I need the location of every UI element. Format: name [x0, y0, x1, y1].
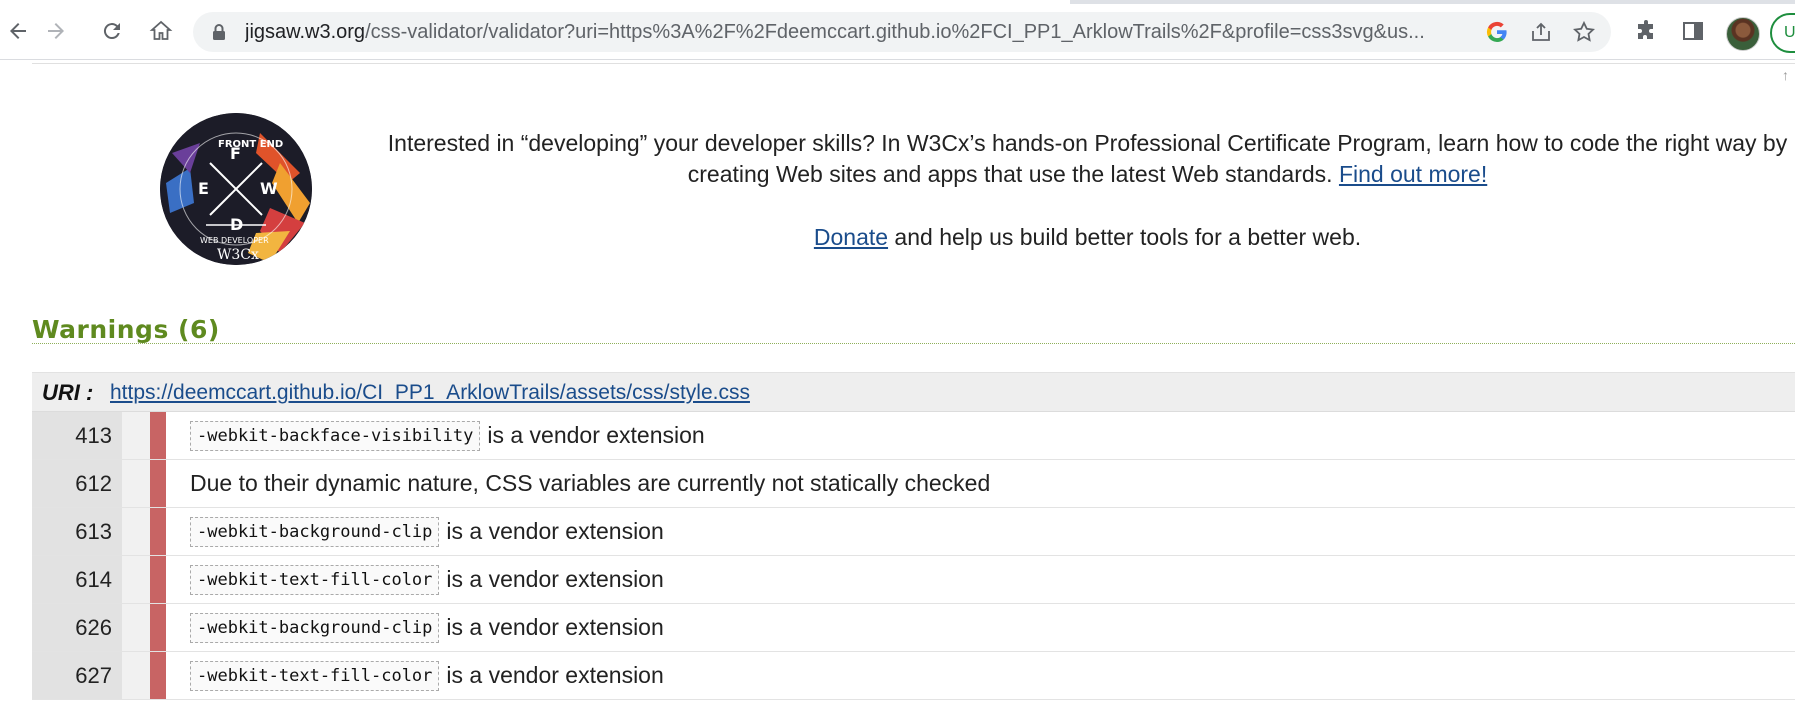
row-spacer [122, 652, 150, 699]
line-number: 626 [32, 604, 122, 651]
warnings-divider [32, 343, 1795, 344]
donate-link[interactable]: Donate [814, 224, 888, 250]
line-number: 612 [32, 460, 122, 507]
lock-icon[interactable] [209, 22, 229, 42]
reload-icon [103, 23, 120, 40]
page-content: ↑ FRONT END F E W D WEB DEVELOPER W3Cx I… [0, 61, 1795, 726]
warnings-table: 413 -webkit-backface-visibility is a vend… [32, 412, 1795, 700]
home-icon [149, 20, 173, 40]
address-bar[interactable]: jigsaw.w3.org/css-validator/validator?ur… [193, 12, 1611, 52]
google-lens-button[interactable] [1483, 18, 1511, 46]
promo-text: Interested in “developing” your develope… [387, 130, 1788, 187]
css-property-code: -webkit-text-fill-color [190, 564, 440, 595]
warning-text: Due to their dynamic nature, CSS variabl… [190, 470, 991, 496]
warning-level-bar [150, 460, 166, 507]
warning-level-bar [150, 412, 166, 459]
css-property-code: -webkit-background-clip [190, 612, 440, 643]
url-text[interactable]: jigsaw.w3.org/css-validator/validator?ur… [245, 12, 1475, 52]
warning-row: 626 -webkit-background-clip is a vendor e… [32, 604, 1795, 652]
warning-text: is a vendor extension [446, 518, 664, 544]
css-property-code: -webkit-backface-visibility [190, 420, 481, 451]
line-number: 613 [32, 508, 122, 555]
google-icon [1486, 21, 1507, 43]
warnings-heading: Warnings (6) [32, 315, 220, 344]
uri-label: URI : [42, 380, 94, 405]
warning-text: is a vendor extension [487, 422, 705, 448]
line-number: 614 [32, 556, 122, 603]
css-property-code: -webkit-background-clip [190, 516, 440, 547]
w3cx-front-end-badge[interactable]: FRONT END F E W D WEB DEVELOPER W3Cx [160, 113, 312, 265]
warning-level-bar [150, 508, 166, 555]
donate-message: Donate and help us build better tools fo… [380, 222, 1795, 253]
extensions-button[interactable] [1628, 13, 1664, 49]
row-spacer [122, 460, 150, 507]
side-panel-button[interactable] [1675, 13, 1711, 49]
share-icon [1532, 22, 1550, 41]
bookmark-button[interactable] [1570, 18, 1598, 46]
url-host: jigsaw.w3.org [245, 21, 366, 43]
donate-text: and help us build better tools for a bet… [888, 224, 1362, 250]
back-icon [10, 23, 26, 39]
warning-level-bar [150, 556, 166, 603]
avatar[interactable] [1726, 17, 1760, 51]
warning-row: 614 -webkit-text-fill-color is a vendor e… [32, 556, 1795, 604]
find-out-more-link[interactable]: Find out more! [1339, 161, 1487, 187]
divider [32, 63, 1795, 64]
row-spacer [122, 412, 150, 459]
badge-graphic: FRONT END F E W D WEB DEVELOPER W3Cx [160, 113, 312, 265]
warning-level-bar [150, 604, 166, 651]
warning-message: -webkit-background-clip is a vendor exten… [190, 508, 664, 555]
line-number: 627 [32, 652, 122, 699]
badge-brand: W3Cx [217, 247, 259, 263]
scroll-up-icon[interactable]: ↑ [1782, 67, 1789, 83]
back-button[interactable] [0, 13, 36, 49]
forward-button[interactable] [38, 13, 74, 49]
warning-message: -webkit-text-fill-color is a vendor exten… [190, 556, 664, 603]
badge-letter-e: E [198, 179, 209, 198]
warning-message: -webkit-background-clip is a vendor exten… [190, 604, 664, 651]
row-spacer [122, 508, 150, 555]
star-icon [1573, 20, 1595, 42]
url-path: /css-validator/validator?uri=https%3A%2F… [365, 21, 1425, 43]
warning-text: is a vendor extension [446, 566, 664, 592]
warning-message: -webkit-backface-visibility is a vendor e… [190, 412, 705, 459]
stylesheet-uri-link[interactable]: https://deemccart.github.io/CI_PP1_Arklo… [110, 381, 750, 405]
side-panel-icon [1683, 22, 1703, 40]
reload-button[interactable] [94, 13, 130, 49]
badge-letter-f: F [230, 144, 241, 163]
warning-row: 613 -webkit-background-clip is a vendor e… [32, 508, 1795, 556]
warning-row: 612 Due to their dynamic nature, CSS var… [32, 460, 1795, 508]
row-spacer [122, 556, 150, 603]
warning-message: Due to their dynamic nature, CSS variabl… [190, 460, 990, 507]
profile-button[interactable]: U [1770, 13, 1795, 53]
forward-icon [48, 23, 64, 39]
badge-top-text: FRONT END [218, 139, 283, 150]
share-button[interactable] [1527, 18, 1555, 46]
badge-letter-w: W [260, 179, 278, 198]
warning-message: -webkit-text-fill-color is a vendor exten… [190, 652, 664, 699]
row-spacer [122, 604, 150, 651]
extensions-icon [1638, 20, 1653, 39]
promo-message: Interested in “developing” your develope… [380, 128, 1795, 190]
line-number: 413 [32, 412, 122, 459]
warning-level-bar [150, 652, 166, 699]
css-property-code: -webkit-text-fill-color [190, 660, 440, 691]
warning-row: 413 -webkit-backface-visibility is a vend… [32, 412, 1795, 460]
warning-text: is a vendor extension [446, 614, 664, 640]
uri-header: URI : https://deemccart.github.io/CI_PP1… [32, 372, 1795, 412]
browser-toolbar: jigsaw.w3.org/css-validator/validator?ur… [0, 4, 1795, 60]
badge-letter-d: D [230, 215, 243, 234]
warning-row: 627 -webkit-text-fill-color is a vendor e… [32, 652, 1795, 700]
warning-text: is a vendor extension [446, 662, 664, 688]
badge-bottom-text: WEB DEVELOPER [200, 236, 269, 245]
home-button[interactable] [143, 13, 179, 49]
